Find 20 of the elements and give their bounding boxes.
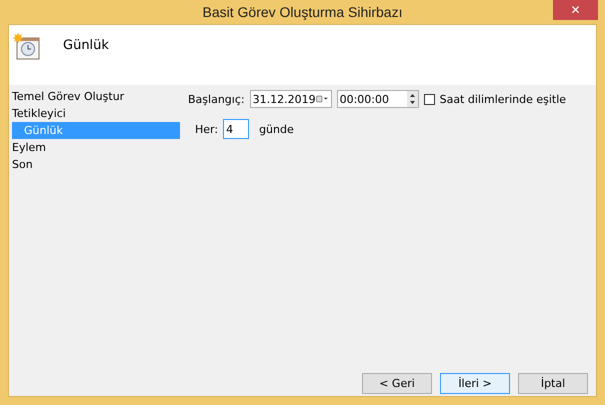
sidebar-item[interactable]: Temel Görev Oluştur (12, 88, 180, 105)
calendar-clock-icon (13, 33, 41, 61)
time-field[interactable]: 00:00:00 (336, 90, 419, 108)
every-label: Her: (195, 122, 218, 136)
window-title: Basit Görev Oluşturma Sihirbazı (202, 4, 402, 20)
wizard-button[interactable]: < Geri (362, 373, 432, 394)
start-label: Başlangıç: (188, 92, 245, 106)
sidebar-item[interactable]: Tetikleyici (12, 105, 180, 122)
date-picker[interactable]: 31.12.2019 (250, 90, 332, 108)
sidebar-item[interactable]: Son (12, 156, 180, 173)
days-field[interactable]: 4 (223, 119, 250, 139)
sync-checkbox[interactable] (424, 94, 435, 104)
wizard-button[interactable]: İleri > (440, 373, 510, 394)
wizard-button[interactable]: İptal (518, 373, 588, 394)
checkbox-label: Saat dilimlerinde eşitle (440, 92, 566, 106)
sidebar-item[interactable]: Eylem (12, 139, 180, 156)
unit-label: günde (259, 122, 294, 136)
page-heading: Günlük (63, 38, 109, 53)
calendar-dropdown-icon (316, 94, 329, 104)
close-button[interactable]: ✕ (553, 0, 598, 20)
